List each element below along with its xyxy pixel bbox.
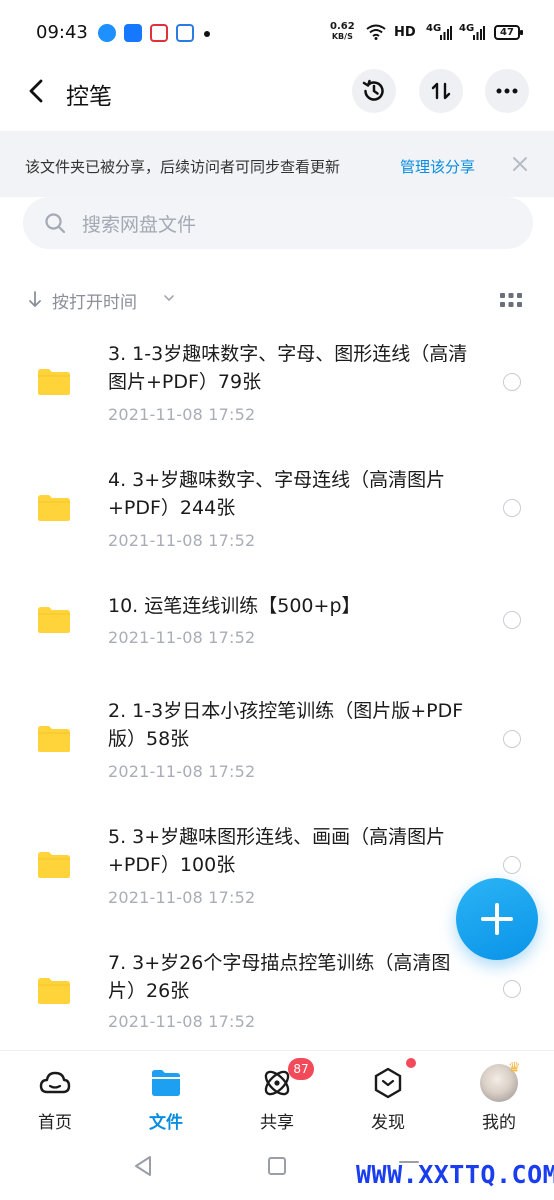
select-checkbox[interactable] <box>503 856 521 874</box>
hd-indicator: HD <box>394 25 416 40</box>
select-checkbox[interactable] <box>503 980 521 998</box>
wifi-icon <box>366 24 386 40</box>
alipay-icon <box>124 24 142 42</box>
list-item[interactable]: 10. 运笔连线训练【500+p】 2021-11-08 17:52 <box>0 590 554 660</box>
list-item[interactable]: 4. 3+岁趣味数字、字母连线（高清图片+PDF）244张 2021-11-08… <box>0 464 554 560</box>
file-name: 4. 3+岁趣味数字、字母连线（高清图片+PDF）244张 <box>108 469 446 519</box>
more-icon <box>496 88 518 94</box>
nav-home[interactable]: 首页 <box>0 1060 110 1140</box>
add-button[interactable] <box>456 878 538 960</box>
app-notification-icon <box>150 24 168 42</box>
watermark: WWW.XXTTQ.COM <box>356 1160 554 1189</box>
discover-icon <box>374 1067 402 1099</box>
notification-dot <box>406 1058 416 1068</box>
grid-view-icon[interactable] <box>500 293 522 307</box>
folder-icon <box>38 978 70 1004</box>
file-date: 2021-11-08 17:52 <box>108 628 256 647</box>
search-placeholder: 搜索网盘文件 <box>82 214 197 236</box>
file-date: 2021-11-08 17:52 <box>108 531 256 550</box>
folder-icon <box>38 852 70 878</box>
folder-icon <box>38 495 70 521</box>
list-item[interactable]: 2. 1-3岁日本小孩控笔训练（图片版+PDF版）58张 2021-11-08 … <box>0 695 554 791</box>
nav-discover[interactable]: 发现 <box>333 1060 443 1140</box>
more-button[interactable] <box>485 69 529 113</box>
signal-icon <box>440 26 452 40</box>
folder-icon <box>38 726 70 752</box>
sort-updown-icon <box>431 82 451 100</box>
nav-label: 首页 <box>38 1113 72 1133</box>
nav-label: 文件 <box>149 1113 183 1133</box>
nav-label: 发现 <box>371 1113 405 1133</box>
chevron-down-icon[interactable] <box>163 293 175 303</box>
select-checkbox[interactable] <box>503 499 521 517</box>
folder-icon <box>38 607 70 633</box>
nav-files[interactable]: 文件 <box>111 1060 221 1140</box>
signal-4g-label: 4G <box>426 23 442 34</box>
arrow-down-icon <box>29 291 41 307</box>
battery-icon: 47 <box>494 25 523 40</box>
close-icon[interactable] <box>510 154 530 174</box>
select-checkbox[interactable] <box>503 611 521 629</box>
file-name: 2. 1-3岁日本小孩控笔训练（图片版+PDF版）58张 <box>108 700 464 750</box>
plus-icon <box>481 903 513 935</box>
file-date: 2021-11-08 17:52 <box>108 1012 256 1031</box>
sort-button[interactable] <box>419 69 463 113</box>
back-button[interactable] <box>22 76 52 106</box>
nav-label: 共享 <box>260 1113 294 1133</box>
file-date: 2021-11-08 17:52 <box>108 762 256 781</box>
manage-share-link[interactable]: 管理该分享 <box>400 156 475 177</box>
app-notification-icon <box>176 24 194 42</box>
cloud-home-icon <box>39 1071 71 1094</box>
more-notifications-icon <box>204 31 210 37</box>
history-icon <box>362 79 384 101</box>
system-back-icon[interactable] <box>132 1154 154 1178</box>
network-speed: 0.62 KB/S <box>330 21 355 42</box>
select-checkbox[interactable] <box>503 373 521 391</box>
notification-badge: 87 <box>288 1058 314 1080</box>
nav-share[interactable]: 共享 <box>222 1060 332 1140</box>
history-button[interactable] <box>352 69 396 113</box>
status-time: 09:43 <box>36 22 88 43</box>
file-name: 3. 1-3岁趣味数字、字母、图形连线（高清图片+PDF）79张 <box>108 343 468 393</box>
file-date: 2021-11-08 17:52 <box>108 888 256 907</box>
file-name: 5. 3+岁趣味图形连线、画画（高清图片+PDF）100张 <box>108 826 446 876</box>
folder-icon <box>38 369 70 395</box>
signal-4g-label: 4G <box>459 23 475 34</box>
crown-icon: ♛ <box>508 1060 521 1076</box>
nav-mine[interactable]: ♛ 我的 <box>444 1060 554 1140</box>
select-checkbox[interactable] <box>503 730 521 748</box>
share-banner-text: 该文件夹已被分享，后续访问者可同步查看更新 <box>25 158 341 176</box>
page-title: 控笔 <box>66 84 112 110</box>
signal-icon <box>473 26 485 40</box>
app-notification-icon <box>98 24 116 42</box>
search-icon <box>45 213 66 234</box>
list-item[interactable]: 3. 1-3岁趣味数字、字母、图形连线（高清图片+PDF）79张 2021-11… <box>0 338 554 434</box>
file-name: 7. 3+岁26个字母描点控笔训练（高清图片）26张 <box>108 952 451 1002</box>
system-home-icon[interactable] <box>268 1157 286 1175</box>
nav-label: 我的 <box>482 1113 516 1133</box>
folder-nav-icon <box>152 1070 180 1096</box>
list-item[interactable]: 7. 3+岁26个字母描点控笔训练（高清图片）26张 2021-11-08 17… <box>0 947 554 1043</box>
file-name: 10. 运笔连线训练【500+p】 <box>108 595 361 617</box>
file-date: 2021-11-08 17:52 <box>108 405 256 424</box>
sort-selector[interactable]: 按打开时间 <box>52 288 137 313</box>
